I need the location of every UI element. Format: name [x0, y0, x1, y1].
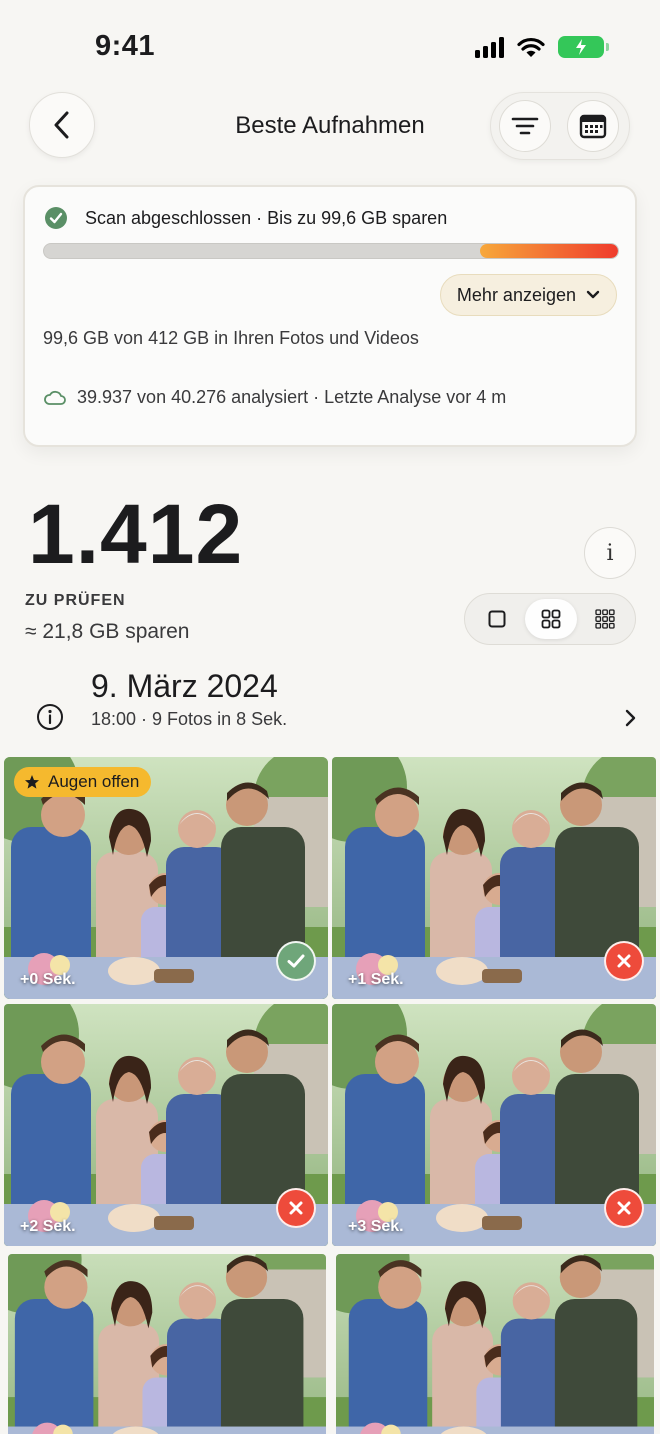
view-grid-3-button[interactable]: [579, 599, 631, 639]
savings-estimate: ≈ 21,8 GB sparen: [25, 620, 190, 643]
navigation-bar: Beste Aufnahmen: [0, 92, 660, 162]
photo-group-header[interactable]: 9. März 2024 18:00 · 9 Fotos in 8 Sek.: [0, 662, 660, 742]
scan-status-text: Scan abgeschlossen · Bis zu 99,6 GB spar…: [85, 207, 448, 228]
filter-lines-icon: [511, 117, 539, 135]
chevron-down-icon: [586, 290, 600, 299]
analysis-status-row: 39.937 von 40.276 analysiert · Letzte An…: [43, 387, 506, 408]
status-icons: [475, 36, 609, 58]
nav-actions-group: [490, 92, 630, 160]
badge-label: Augen offen: [48, 772, 140, 791]
review-count: 1.412: [28, 487, 244, 581]
storage-summary: 99,6 GB von 412 GB in Ihren Fotos und Vi…: [43, 328, 419, 348]
calendar-icon: [579, 114, 607, 139]
photo-thumbnail[interactable]: +2 Sek.: [4, 1004, 328, 1246]
status-bar: 9:41: [0, 0, 660, 90]
scan-status-card: Scan abgeschlossen · Bis zu 99,6 GB spar…: [23, 185, 637, 447]
review-label: ZU PRÜFEN: [25, 592, 126, 609]
status-time: 9:41: [95, 30, 156, 62]
grid-3x3-icon: [595, 609, 615, 629]
scan-progress-bar: [43, 243, 619, 259]
checkmark-circle-icon: [45, 207, 67, 229]
filter-button[interactable]: [499, 100, 551, 152]
info-icon: i: [606, 540, 614, 566]
cloud-icon: [44, 390, 66, 405]
view-grid-2-button[interactable]: [525, 599, 577, 639]
photo-time-offset: +0 Sek.: [20, 971, 76, 988]
show-more-button[interactable]: Mehr anzeigen: [439, 274, 617, 316]
grid-size-toggle: [464, 593, 636, 645]
show-more-label: Mehr anzeigen: [456, 284, 576, 305]
chevron-right-icon: [625, 709, 636, 727]
close-icon: [617, 1201, 631, 1215]
discard-toggle[interactable]: [604, 941, 644, 981]
keep-toggle[interactable]: [276, 941, 316, 981]
photo-time-offset: +2 Sek.: [20, 1218, 76, 1235]
analysis-status-text: 39.937 von 40.276 analysiert · Letzte An…: [77, 387, 507, 407]
photo-thumbnail[interactable]: Augen offen +0 Sek.: [4, 757, 328, 999]
calendar-button[interactable]: [567, 100, 619, 152]
family-photo-scene: [8, 1254, 326, 1434]
star-icon: [25, 775, 39, 789]
discard-toggle[interactable]: [276, 1188, 316, 1228]
info-circle-icon[interactable]: [36, 703, 64, 731]
battery-charging-icon: [558, 36, 609, 58]
photo-thumbnail[interactable]: +1 Sek.: [332, 757, 656, 999]
view-single-button[interactable]: [471, 599, 523, 639]
close-icon: [289, 1201, 303, 1215]
info-button[interactable]: i: [584, 527, 636, 579]
photo-thumbnail[interactable]: [336, 1254, 654, 1434]
discard-toggle[interactable]: [604, 1188, 644, 1228]
grid-2x2-icon: [541, 609, 561, 629]
best-shot-badge: Augen offen: [14, 767, 152, 797]
wifi-icon: [517, 37, 545, 57]
family-photo-scene: [336, 1254, 654, 1434]
single-square-icon: [488, 610, 506, 628]
group-subtitle: 18:00 · 9 Fotos in 8 Sek.: [91, 709, 288, 729]
photo-time-offset: +3 Sek.: [348, 1218, 404, 1235]
group-date: 9. März 2024: [91, 668, 278, 704]
checkmark-icon: [287, 954, 305, 968]
photo-thumbnail[interactable]: [8, 1254, 326, 1434]
photo-time-offset: +1 Sek.: [348, 971, 404, 988]
scan-status-row: Scan abgeschlossen · Bis zu 99,6 GB spar…: [45, 207, 447, 229]
scan-progress-fill: [480, 244, 618, 258]
cellular-signal-icon: [475, 36, 504, 58]
photo-thumbnail[interactable]: +3 Sek.: [332, 1004, 656, 1246]
close-icon: [617, 954, 631, 968]
